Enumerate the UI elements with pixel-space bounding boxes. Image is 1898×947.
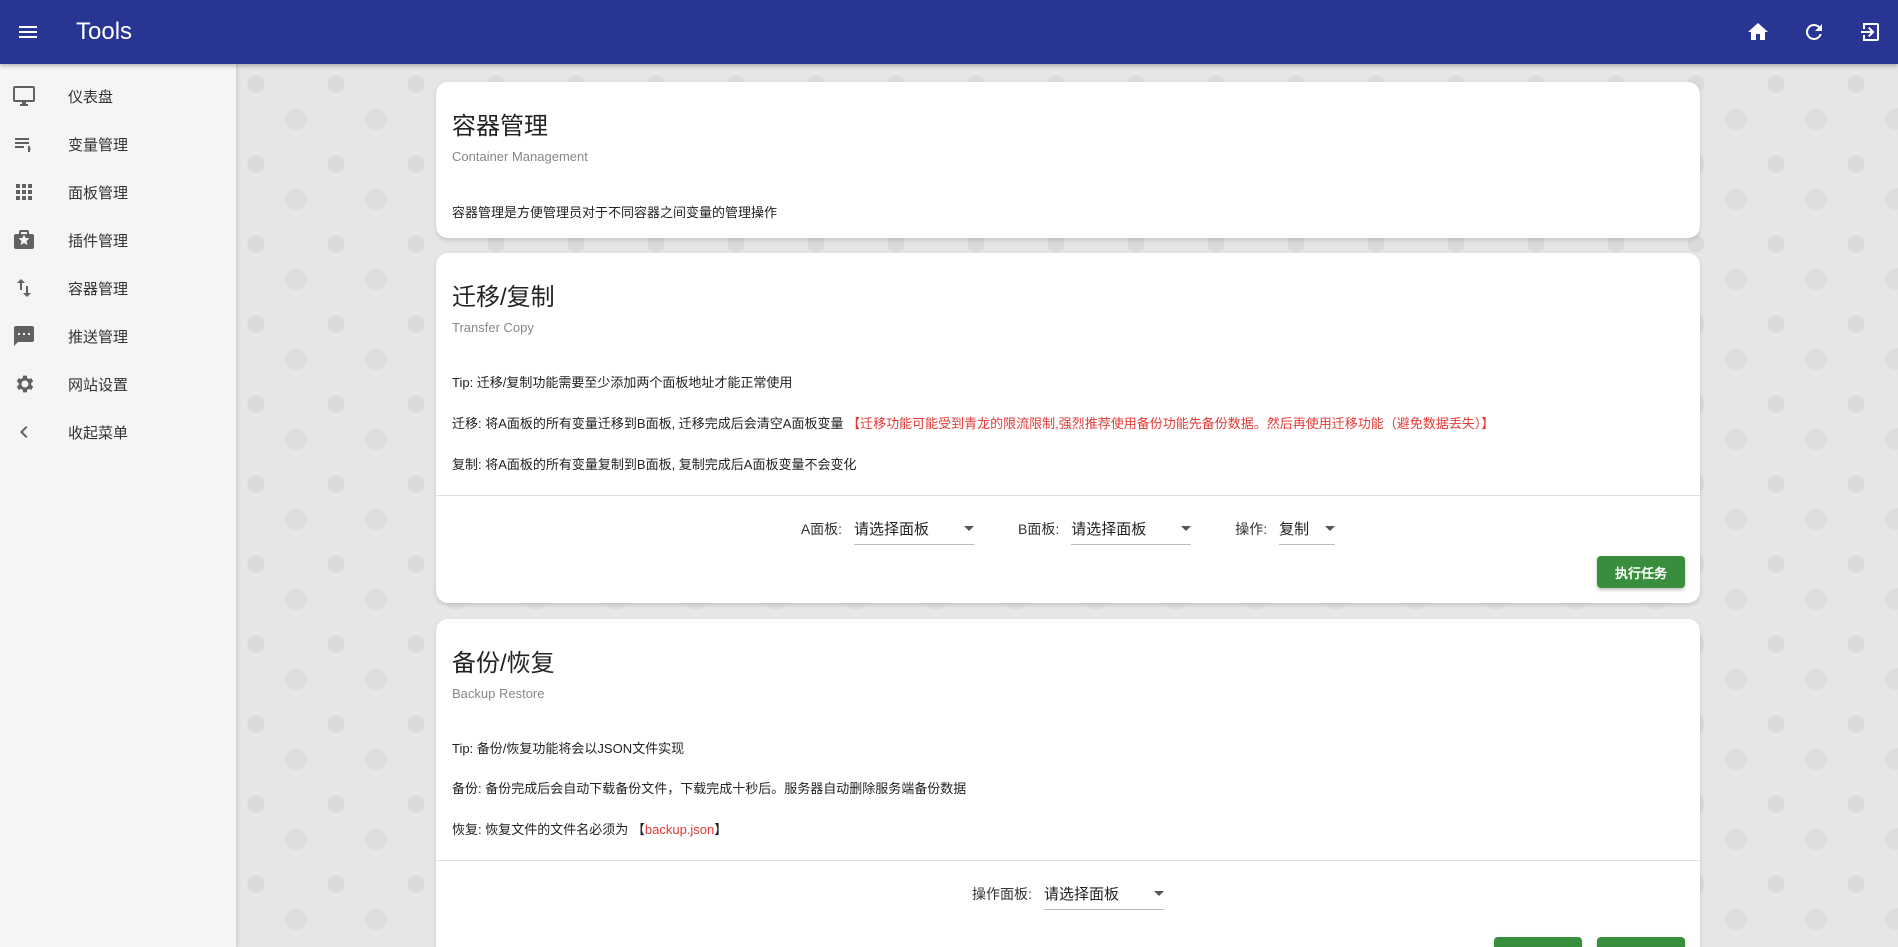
sidebar-item-label: 网站设置 xyxy=(68,375,129,394)
panel-b-label: B面板: xyxy=(1018,521,1060,537)
home-button[interactable] xyxy=(1730,0,1786,64)
sidebar-item-label: 仪表盘 xyxy=(68,87,114,106)
transfer-copy-desc: 复制: 将A面板的所有变量复制到B面板, 复制完成后A面板变量不会变化 xyxy=(452,457,857,472)
card-title: 迁移/复制 xyxy=(452,284,555,311)
backup-tip: Tip: 备份/恢复功能将会以JSON文件实现 xyxy=(452,741,685,756)
card-description: 容器管理是方便管理员对于不同容器之间变量的管理操作 xyxy=(452,205,778,220)
sidebar-item-panels[interactable]: 面板管理 xyxy=(0,168,236,216)
sidebar-item-label: 面板管理 xyxy=(68,183,129,202)
run-task-button[interactable]: 执行任务 xyxy=(1597,556,1685,588)
restore-button[interactable] xyxy=(1597,937,1685,947)
chevron-left-icon xyxy=(20,426,28,438)
transfer-copy-card: 迁移/复制 Transfer Copy Tip: 迁移/复制功能需要至少添加两个… xyxy=(436,253,1700,603)
card-subtitle: Transfer Copy xyxy=(452,320,534,335)
home-icon xyxy=(1748,23,1768,40)
app-title: Tools xyxy=(76,18,133,45)
operation-panel-label: 操作面板: xyxy=(972,886,1032,902)
sidebar: 仪表盘 变量管理 面板管理 插件管理 容器管理 推送管理 网站设置 收起菜单 xyxy=(0,64,236,947)
backup-restore-card: 备份/恢复 Backup Restore Tip: 备份/恢复功能将会以JSON… xyxy=(436,619,1700,947)
gear-icon xyxy=(16,375,34,393)
card-subtitle: Backup Restore xyxy=(452,686,545,701)
dropdown-arrow-icon xyxy=(1325,526,1336,531)
backup-select-row: 操作面板: 请选择面板 xyxy=(436,861,1700,927)
operation-label: 操作: xyxy=(1235,521,1268,537)
backup-desc: 备份: 备份完成后会自动下载备份文件，下载完成十秒后。服务器自动删除服务端备份数… xyxy=(452,781,967,796)
container-management-card: 容器管理 Container Management 容器管理是方便管理员对于不同… xyxy=(436,82,1700,238)
transfer-select-row: A面板: 请选择面板 B面板: 请选择面板 操作: 复制 xyxy=(436,496,1700,562)
restore-desc: 恢复: 恢复文件的文件名必须为 【backup.json】 xyxy=(452,822,728,837)
card-title: 备份/恢复 xyxy=(452,650,555,677)
sidebar-item-label: 容器管理 xyxy=(68,279,129,298)
dropdown-arrow-icon xyxy=(1153,891,1164,896)
operation-panel-select[interactable]: 请选择面板 xyxy=(1043,878,1164,910)
transfer-tip: Tip: 迁移/复制功能需要至少添加两个面板地址才能正常使用 xyxy=(452,375,793,390)
app-bar: Tools xyxy=(0,0,1898,64)
logout-icon xyxy=(1861,23,1879,41)
card-subtitle: Container Management xyxy=(452,149,588,164)
sidebar-item-collapse[interactable]: 收起菜单 xyxy=(0,408,236,456)
sidebar-item-label: 收起菜单 xyxy=(68,423,129,442)
dropdown-arrow-icon xyxy=(964,526,975,531)
sidebar-item-label: 插件管理 xyxy=(68,231,129,250)
migrate-warning: 【迁移功能可能受到青龙的限流限制,强烈推荐使用备份功能先备份数据。然后再使用迁移… xyxy=(847,416,1495,431)
logout-button[interactable] xyxy=(1842,0,1898,64)
menu-button[interactable] xyxy=(0,0,56,64)
panel-b-select[interactable]: 请选择面板 xyxy=(1071,513,1192,545)
sidebar-item-push[interactable]: 推送管理 xyxy=(0,312,236,360)
sidebar-item-plugins[interactable]: 插件管理 xyxy=(0,216,236,264)
panel-a-label: A面板: xyxy=(800,521,843,537)
refresh-button[interactable] xyxy=(1786,0,1842,64)
monitor-icon xyxy=(13,86,35,106)
card-title: 容器管理 xyxy=(452,113,548,140)
apps-grid-icon xyxy=(16,184,32,200)
backup-button[interactable] xyxy=(1494,937,1582,947)
list-icon xyxy=(15,138,31,152)
sidebar-item-label: 推送管理 xyxy=(68,327,129,346)
swap-vertical-icon xyxy=(17,279,31,297)
refresh-icon xyxy=(1805,23,1822,40)
transfer-migrate-desc: 迁移: 将A面板的所有变量迁移到B面板, 迁移完成后会清空A面板变量 【迁移功能… xyxy=(452,416,1495,431)
star-box-icon xyxy=(14,230,34,249)
sidebar-item-dashboard[interactable]: 仪表盘 xyxy=(0,72,236,120)
sidebar-item-settings[interactable]: 网站设置 xyxy=(0,360,236,408)
hamburger-menu-icon xyxy=(19,26,37,38)
chat-icon xyxy=(14,326,34,346)
sidebar-item-label: 变量管理 xyxy=(68,135,129,154)
panel-a-select[interactable]: 请选择面板 xyxy=(854,513,975,545)
sidebar-item-variables[interactable]: 变量管理 xyxy=(0,120,236,168)
restore-filename: backup.json xyxy=(644,822,715,837)
sidebar-item-containers[interactable]: 容器管理 xyxy=(0,264,236,312)
dropdown-arrow-icon xyxy=(1181,526,1192,531)
operation-select[interactable]: 复制 xyxy=(1279,513,1336,545)
